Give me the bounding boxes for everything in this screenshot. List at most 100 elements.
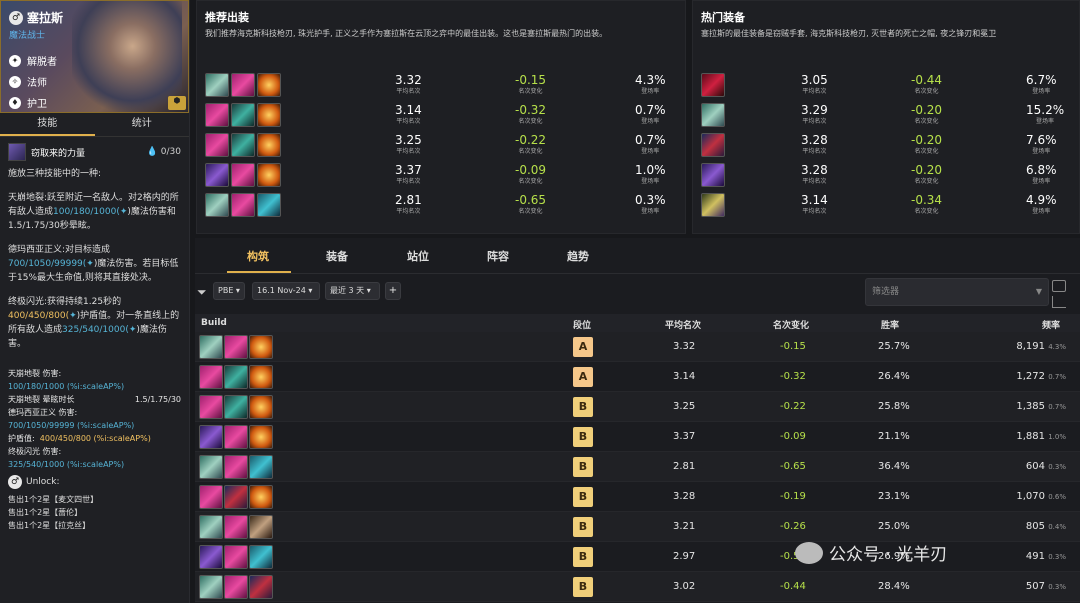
item-icon[interactable] <box>257 163 281 187</box>
item-icon[interactable] <box>224 425 248 449</box>
recommended-build-row[interactable]: 3.25 平均名次 -0.22 名次变化 0.7% 登场率 <box>205 133 677 159</box>
item-icon[interactable] <box>249 515 273 539</box>
tab-builds[interactable]: 构筑 <box>247 248 269 264</box>
item-icon[interactable] <box>199 335 223 359</box>
header-change[interactable]: 名次变化 <box>773 318 809 331</box>
header-avg[interactable]: 平均名次 <box>665 318 701 331</box>
recommended-build-row[interactable]: 3.37 平均名次 -0.09 名次变化 1.0% 登场率 <box>205 163 677 189</box>
patch-env-select[interactable]: PBE ▾ <box>213 282 245 300</box>
item-icon[interactable] <box>257 103 281 127</box>
item-icon[interactable] <box>249 365 273 389</box>
item-icon[interactable] <box>199 575 223 599</box>
item-icon[interactable] <box>231 103 255 127</box>
table-row[interactable]: B 3.37 -0.09 21.1% 1,881 1.0% <box>195 422 1080 452</box>
tab-trends[interactable]: 趋势 <box>567 248 589 264</box>
filter-icon[interactable]: ⏷ <box>197 285 207 300</box>
item-icon[interactable] <box>249 335 273 359</box>
item-icon[interactable] <box>224 485 248 509</box>
placement-change: -0.44 <box>780 581 806 592</box>
table-view-icon[interactable] <box>1052 280 1066 292</box>
item-icons <box>205 133 281 157</box>
stat-label: 平均名次 <box>396 208 421 215</box>
table-row[interactable]: B 3.25 -0.22 25.8% 1,385 0.7% <box>195 392 1080 422</box>
tab-items[interactable]: 装备 <box>326 248 348 264</box>
table-row[interactable]: A 3.32 -0.15 25.7% 8,191 4.3% <box>195 332 1080 362</box>
item-icon[interactable] <box>224 515 248 539</box>
recommended-build-row[interactable]: 3.14 平均名次 -0.32 名次变化 0.7% 登场率 <box>205 103 677 129</box>
table-row[interactable]: B 2.81 -0.65 36.4% 604 0.3% <box>195 452 1080 482</box>
item-icon[interactable] <box>199 545 223 569</box>
chart-view-icon[interactable] <box>1052 296 1066 308</box>
trait-item[interactable]: ✦ 解脱者 <box>9 53 57 68</box>
tab-skill[interactable]: 技能 <box>0 113 95 136</box>
recommended-build-row[interactable]: 2.81 平均名次 -0.65 名次变化 0.3% 登场率 <box>205 193 677 219</box>
item-icon[interactable] <box>205 73 229 97</box>
item-icon[interactable] <box>199 485 223 509</box>
item-icon[interactable] <box>701 103 725 127</box>
item-icon[interactable] <box>224 455 248 479</box>
item-icon[interactable] <box>249 395 273 419</box>
item-icon[interactable] <box>231 73 255 97</box>
item-icon[interactable] <box>701 193 725 217</box>
item-icon[interactable] <box>231 193 255 217</box>
add-filter-button[interactable]: + <box>385 282 401 300</box>
item-icon[interactable] <box>199 365 223 389</box>
header-tier[interactable]: 段位 <box>573 318 591 331</box>
trait-item[interactable]: ✧ 法师 <box>9 74 57 89</box>
table-row[interactable]: B 3.21 -0.26 25.0% 805 0.4% <box>195 512 1080 542</box>
item-icon[interactable] <box>224 575 248 599</box>
item-icon[interactable] <box>257 73 281 97</box>
item-icon[interactable] <box>199 425 223 449</box>
item-icon[interactable] <box>205 163 229 187</box>
header-frequency[interactable]: 频率 <box>1042 318 1060 331</box>
stat-value: -0.20 <box>911 103 943 117</box>
popular-item-row[interactable]: 3.14 平均名次 -0.34 名次变化 4.9% 登场率 <box>701 193 1071 219</box>
item-icon[interactable] <box>224 395 248 419</box>
item-icon[interactable] <box>701 133 725 157</box>
patch-select[interactable]: 16.1 Nov-24 ▾ <box>252 282 320 300</box>
frequency-percent: 0.3% <box>1048 583 1066 591</box>
item-icon[interactable] <box>205 133 229 157</box>
item-icon[interactable] <box>224 365 248 389</box>
item-icon[interactable] <box>231 133 255 157</box>
item-icon[interactable] <box>257 133 281 157</box>
item-icon[interactable] <box>224 545 248 569</box>
stat-block: 3.32 平均名次 <box>395 73 422 95</box>
popular-item-row[interactable]: 3.28 平均名次 -0.20 名次变化 6.8% 登场率 <box>701 163 1071 189</box>
recommended-build-row[interactable]: 3.32 平均名次 -0.15 名次变化 4.3% 登场率 <box>205 73 677 99</box>
item-icon[interactable] <box>701 73 725 97</box>
trait-item[interactable]: ♦ 护卫 <box>9 95 57 110</box>
item-icon[interactable] <box>205 193 229 217</box>
stat-label: 终极闪光 伤害: <box>8 447 62 456</box>
table-row[interactable]: A 3.14 -0.32 26.4% 1,272 0.7% <box>195 362 1080 392</box>
header-winrate[interactable]: 胜率 <box>881 318 899 331</box>
item-icon[interactable] <box>199 515 223 539</box>
tab-positioning[interactable]: 站位 <box>407 248 429 264</box>
item-icon[interactable] <box>199 395 223 419</box>
stat-block: -0.32 名次变化 <box>515 103 546 125</box>
table-row[interactable]: B 2.97 -0.50 26.9% 491 0.3% <box>195 542 1080 572</box>
popular-item-row[interactable]: 3.29 平均名次 -0.20 名次变化 15.2% 登场率 <box>701 103 1071 129</box>
item-icon[interactable] <box>257 193 281 217</box>
period-select[interactable]: 最近 3 天 ▾ <box>325 282 380 300</box>
filter-search-input[interactable]: 筛选器 ▼ <box>865 278 1049 306</box>
header-build[interactable]: Build <box>201 318 227 328</box>
table-row[interactable]: B 3.02 -0.44 28.4% 507 0.3% <box>195 572 1080 602</box>
table-row[interactable]: B 3.28 -0.19 23.1% 1,070 0.6% <box>195 482 1080 512</box>
item-icon[interactable] <box>231 163 255 187</box>
item-icon[interactable] <box>199 455 223 479</box>
tab-comps[interactable]: 阵容 <box>487 248 509 264</box>
guardian-icon: ♦ <box>9 96 21 109</box>
item-icon[interactable] <box>249 545 273 569</box>
item-icon[interactable] <box>224 335 248 359</box>
item-icon[interactable] <box>249 455 273 479</box>
item-icon[interactable] <box>249 575 273 599</box>
popular-item-row[interactable]: 3.28 平均名次 -0.20 名次变化 7.6% 登场率 <box>701 133 1071 159</box>
item-icon[interactable] <box>205 103 229 127</box>
stat-label: 天崩地裂 晕眩时长 <box>8 395 75 404</box>
tab-stats[interactable]: 统计 <box>95 113 190 136</box>
item-icon[interactable] <box>701 163 725 187</box>
item-icon[interactable] <box>249 425 273 449</box>
item-icon[interactable] <box>249 485 273 509</box>
popular-item-row[interactable]: 3.05 平均名次 -0.44 名次变化 6.7% 登场率 <box>701 73 1071 99</box>
